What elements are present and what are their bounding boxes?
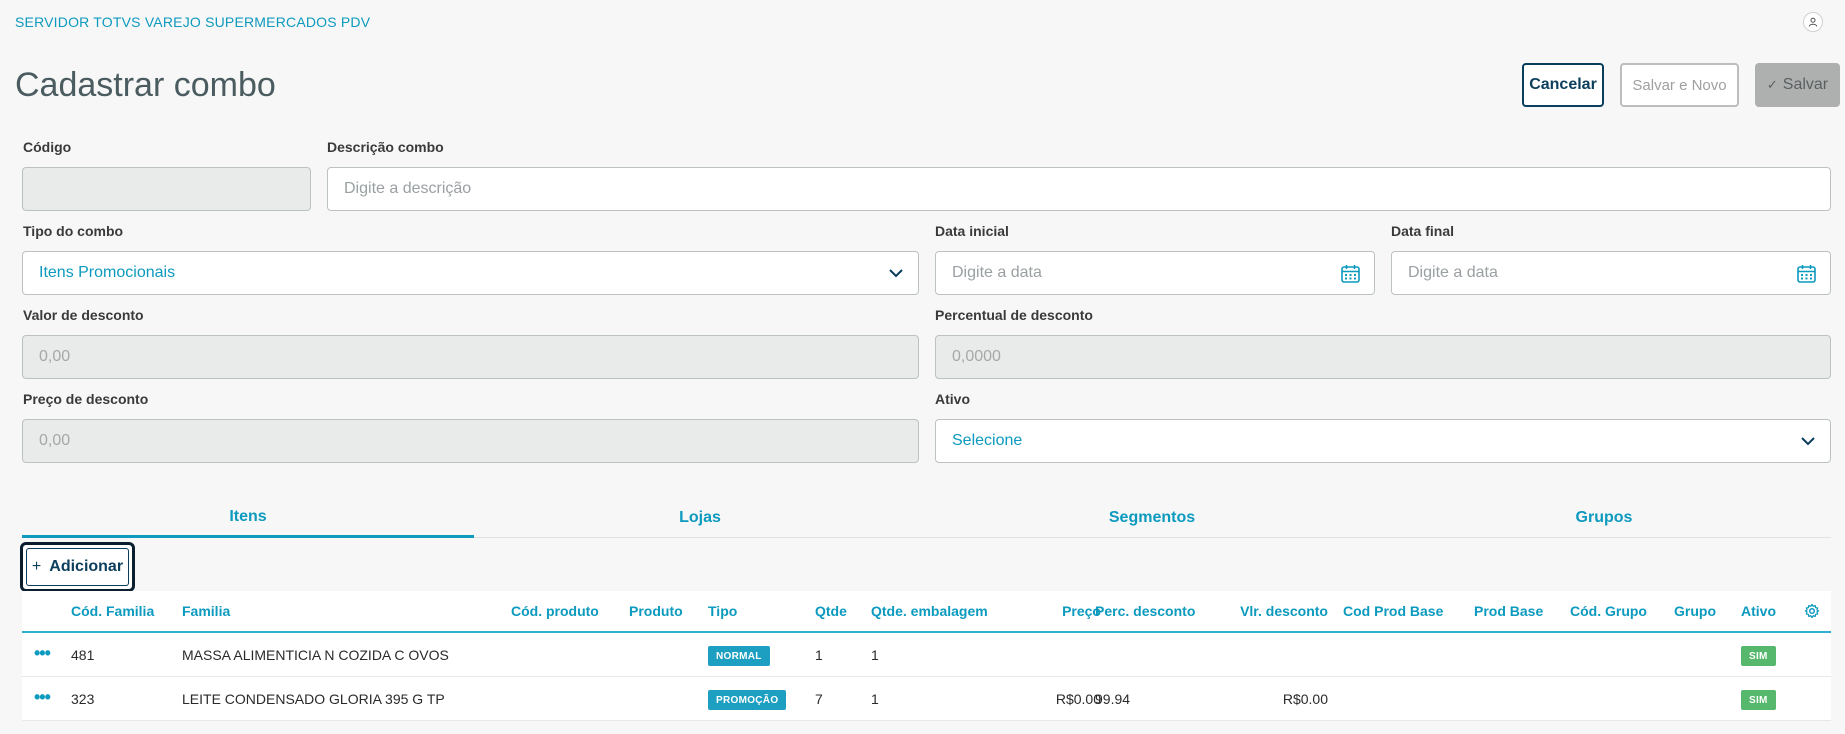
row-actions-icon[interactable]: ••• <box>34 687 51 708</box>
ativo-select[interactable]: Selecione <box>935 419 1831 463</box>
col-prod-base[interactable]: Prod Base <box>1474 603 1543 619</box>
cell-vlr-desconto: R$0.00 <box>1282 691 1328 707</box>
col-cod-prod-base[interactable]: Cod Prod Base <box>1343 603 1443 619</box>
data-inicial-placeholder: Digite a data <box>952 264 1042 281</box>
col-ativo[interactable]: Ativo <box>1741 603 1776 619</box>
col-perc-desconto[interactable]: Perc. desconto <box>1095 603 1195 619</box>
save-button-label: Salvar <box>1782 76 1829 93</box>
data-inicial-label: Data inicial <box>935 223 1009 239</box>
app-title: SERVIDOR TOTVS VAREJO SUPERMERCADOS PDV <box>15 14 371 30</box>
add-button[interactable]: + Adicionar <box>20 542 135 592</box>
col-familia[interactable]: Familia <box>182 603 230 619</box>
col-qtde[interactable]: Qtde <box>815 603 847 619</box>
add-button-label: Adicionar <box>49 558 124 575</box>
cell-perc-desconto: 99.94 <box>1095 691 1131 707</box>
col-grupo[interactable]: Grupo <box>1674 603 1716 619</box>
valor-desconto-field: 0,00 <box>22 335 919 379</box>
cell-qtde: 7 <box>815 691 823 707</box>
gear-icon[interactable] <box>1804 603 1820 619</box>
plus-icon: + <box>31 558 42 575</box>
cell-familia: LEITE CONDENSADO GLORIA 395 G TP <box>182 691 445 707</box>
col-tipo[interactable]: Tipo <box>708 603 737 619</box>
col-cod-grupo[interactable]: Cód. Grupo <box>1570 603 1647 619</box>
valor-desconto-label: Valor de desconto <box>23 307 144 323</box>
table-row[interactable]: ••• 323 LEITE CONDENSADO GLORIA 395 G TP… <box>22 677 1831 721</box>
add-button-inner: + Adicionar <box>26 548 129 586</box>
codigo-field <box>22 167 311 211</box>
data-inicial-input[interactable]: Digite a data <box>935 251 1375 295</box>
chevron-down-icon <box>889 269 903 278</box>
ativo-badge: SIM <box>1741 646 1776 666</box>
cell-qtde-embalagem: 1 <box>871 647 879 663</box>
codigo-label: Código <box>23 139 72 155</box>
page-title: Cadastrar combo <box>15 66 276 104</box>
col-produto[interactable]: Produto <box>629 603 683 619</box>
cell-preco: R$0.00 <box>1055 691 1101 707</box>
tipo-select-value: Itens Promocionais <box>39 264 176 281</box>
save-and-new-button[interactable]: Salvar e Novo <box>1620 63 1739 107</box>
cell-qtde: 1 <box>815 647 823 663</box>
tipo-badge: NORMAL <box>708 646 770 666</box>
data-final-label: Data final <box>1391 223 1455 239</box>
items-table: Cód. Familia Familia Cód. produto Produt… <box>22 591 1831 721</box>
calendar-icon[interactable] <box>1796 263 1817 284</box>
data-final-placeholder: Digite a data <box>1408 264 1498 281</box>
row-actions-icon[interactable]: ••• <box>34 643 51 664</box>
col-preco[interactable]: Preço <box>1041 603 1101 619</box>
save-button[interactable]: ✓ Salvar <box>1755 63 1840 107</box>
tab-lojas[interactable]: Lojas <box>474 498 926 538</box>
ativo-label: Ativo <box>935 391 970 407</box>
check-icon: ✓ <box>1766 77 1778 92</box>
tab-itens[interactable]: Itens <box>22 498 474 538</box>
preco-desconto-label: Preço de desconto <box>23 391 149 407</box>
cell-cod-familia: 323 <box>71 691 95 707</box>
col-cod-produto[interactable]: Cód. produto <box>511 603 599 619</box>
cell-cod-familia: 481 <box>71 647 95 663</box>
tab-grupos[interactable]: Grupos <box>1378 498 1830 538</box>
tabs: Itens Lojas Segmentos Grupos <box>22 498 1831 538</box>
col-vlr-desconto[interactable]: Vlr. desconto <box>1222 603 1328 619</box>
cancel-button[interactable]: Cancelar <box>1522 63 1604 107</box>
chevron-down-icon <box>1801 437 1815 446</box>
table-header: Cód. Familia Familia Cód. produto Produt… <box>22 591 1831 633</box>
descricao-input[interactable]: Digite a descrição <box>327 167 1831 211</box>
data-final-input[interactable]: Digite a data <box>1391 251 1831 295</box>
user-icon[interactable] <box>1803 12 1823 32</box>
percentual-desconto-label: Percentual de desconto <box>935 307 1093 323</box>
percentual-desconto-field: 0,0000 <box>935 335 1831 379</box>
cell-familia: MASSA ALIMENTICIA N COZIDA C OVOS <box>182 647 449 663</box>
col-qtde-embalagem[interactable]: Qtde. embalagem <box>871 603 988 619</box>
calendar-icon[interactable] <box>1340 263 1361 284</box>
cell-qtde-embalagem: 1 <box>871 691 879 707</box>
descricao-label: Descrição combo <box>327 139 444 155</box>
ativo-select-value: Selecione <box>952 432 1023 449</box>
tipo-badge: PROMOÇÃO <box>708 690 787 710</box>
col-cod-familia[interactable]: Cód. Familia <box>71 603 154 619</box>
ativo-badge: SIM <box>1741 690 1776 710</box>
tipo-label: Tipo do combo <box>23 223 124 239</box>
preco-desconto-field: 0,00 <box>22 419 919 463</box>
table-row[interactable]: ••• 481 MASSA ALIMENTICIA N COZIDA C OVO… <box>22 633 1831 677</box>
tipo-select[interactable]: Itens Promocionais <box>22 251 919 295</box>
tab-segmentos[interactable]: Segmentos <box>926 498 1378 538</box>
top-bar: SERVIDOR TOTVS VAREJO SUPERMERCADOS PDV <box>0 0 1845 44</box>
